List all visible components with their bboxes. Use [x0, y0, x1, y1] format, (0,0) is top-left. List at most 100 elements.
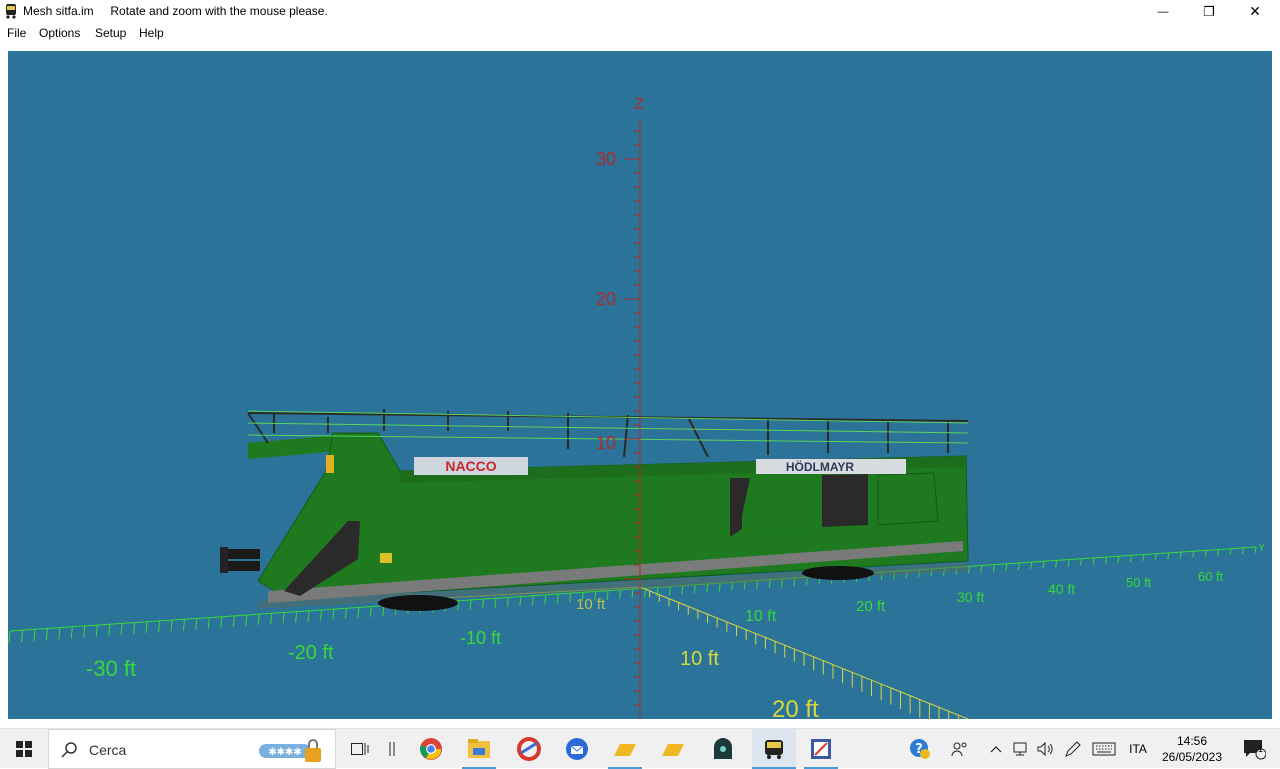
pipe-icon — [389, 742, 395, 756]
document-pen-icon — [811, 739, 831, 759]
train-app-button[interactable] — [702, 729, 744, 769]
title-bar: Mesh sitfa.im Rotate and zoom with the m… — [0, 0, 1280, 23]
pdf-app-button[interactable] — [800, 729, 842, 769]
keyboard-tray-button[interactable] — [1090, 729, 1118, 769]
menu-setup[interactable]: Setup — [95, 26, 126, 40]
bus-app-button[interactable] — [752, 729, 796, 769]
folder-button-1[interactable] — [604, 729, 646, 769]
language-button[interactable]: ITA — [1124, 729, 1152, 769]
axis-tick — [45, 628, 48, 641]
axis-tick — [207, 617, 210, 629]
axis-tick — [967, 566, 970, 574]
file-explorer-button[interactable] — [458, 729, 500, 769]
menu-options[interactable]: Options — [39, 26, 80, 40]
menu-help[interactable]: Help — [139, 26, 164, 40]
axis-tick — [382, 605, 385, 617]
axis-tick — [569, 593, 572, 603]
z-tick-label: 10 — [596, 433, 616, 453]
axis-tick — [519, 596, 522, 607]
taskbar: Cerca ✱✱✱✱ ? ITA 14:56 26/05/2023 1 — [0, 728, 1280, 769]
y-tick-label: 20 ft — [856, 598, 886, 615]
axis-tick — [1179, 551, 1182, 559]
axis-tick — [1192, 551, 1195, 558]
axis-tick — [1242, 547, 1245, 554]
y-tick-label: -30 ft — [86, 656, 136, 681]
z-tick-label: 30 — [596, 149, 616, 169]
z-tick-label: 20 — [596, 289, 616, 309]
svg-text:✱✱✱✱: ✱✱✱✱ — [268, 747, 302, 758]
notifications-button[interactable]: 1 — [1234, 729, 1274, 769]
axis-tick — [220, 616, 223, 628]
axis-tick — [8, 630, 11, 644]
people-icon — [951, 742, 967, 757]
minimize-button[interactable]: — — [1140, 0, 1186, 23]
show-hidden-icons-button[interactable] — [984, 729, 1008, 769]
restore-icon: ❐ — [1203, 3, 1215, 19]
axis-tick — [1204, 550, 1207, 557]
axis-tick — [980, 565, 983, 573]
network-tray-button[interactable] — [1010, 729, 1034, 769]
x-tick-label: 10 ft — [680, 648, 719, 670]
x-axis: 10 ft 20 ft 10 ft — [427, 586, 969, 719]
axis-tick — [1042, 561, 1045, 569]
axis-tick — [195, 618, 198, 630]
axis-tick — [531, 595, 534, 606]
y-tick-label: 50 ft — [1126, 575, 1152, 590]
start-button[interactable] — [0, 729, 48, 769]
axis-tick — [83, 625, 86, 638]
axis-tick — [1167, 552, 1170, 560]
restore-button[interactable]: ❐ — [1186, 0, 1232, 23]
axis-tick — [1030, 562, 1033, 570]
axis-tick — [357, 607, 360, 618]
window-title: Mesh sitfa.im Rotate and zoom with the m… — [23, 4, 328, 18]
axis-tick — [245, 614, 248, 626]
pen-tray-button[interactable] — [1060, 729, 1086, 769]
close-button[interactable]: ✕ — [1232, 0, 1278, 23]
axis-tick — [145, 621, 148, 634]
axis-tick — [992, 564, 995, 572]
axis-tick — [307, 610, 310, 622]
axis-tick — [1229, 548, 1232, 555]
z-axis-label: Z — [634, 96, 644, 113]
scene-canvas[interactable]: Y -30 ft -20 ft -10 ft 10 ft 20 ft 30 ft… — [8, 51, 1272, 719]
axis-tick — [33, 629, 36, 642]
yellow-folder-icon — [614, 744, 636, 756]
chrome-icon — [420, 738, 442, 760]
axis-tick — [232, 615, 235, 627]
volume-tray-button[interactable] — [1034, 729, 1056, 769]
thunderbird-button[interactable] — [556, 729, 598, 769]
axis-tick — [681, 585, 684, 595]
widgets-button[interactable] — [380, 729, 404, 769]
3d-viewport[interactable]: Y -30 ft -20 ft -10 ft 10 ft 20 ft 30 ft… — [8, 51, 1272, 719]
axis-tick — [133, 622, 136, 635]
people-tray-button[interactable] — [944, 729, 976, 769]
axis-tick — [631, 588, 634, 599]
axis-tick — [718, 583, 721, 592]
chrome-taskbar-button[interactable] — [410, 729, 452, 769]
y-tick-label: 30 ft — [957, 589, 984, 605]
task-view-button[interactable] — [344, 729, 376, 769]
search-placeholder: Cerca — [89, 742, 127, 758]
axis-tick — [170, 620, 173, 632]
axis-tick — [656, 587, 659, 597]
search-box[interactable]: Cerca ✱✱✱✱ — [48, 729, 336, 769]
folder-button-2[interactable] — [652, 729, 694, 769]
chevron-up-icon — [990, 746, 1002, 753]
speaker-icon — [1037, 741, 1053, 757]
x-tick-label: 20 ft — [772, 696, 819, 719]
axis-tick — [1005, 563, 1008, 572]
clock[interactable]: 14:56 26/05/2023 — [1152, 733, 1232, 765]
help-tray-button[interactable]: ? — [904, 729, 936, 769]
task-view-icon — [351, 743, 369, 755]
axis-tick — [506, 597, 509, 608]
axis-tick — [556, 593, 559, 604]
axis-tick — [1217, 549, 1220, 556]
notification-count: 1 — [1258, 744, 1264, 754]
ccleaner-button[interactable] — [508, 729, 550, 769]
axis-tick — [494, 598, 497, 608]
axis-tick — [332, 609, 335, 620]
y-tick-label: 10 ft — [745, 608, 777, 625]
keyboard-icon — [1092, 742, 1116, 756]
menu-file[interactable]: File — [7, 26, 26, 40]
axis-tick — [1129, 555, 1132, 563]
